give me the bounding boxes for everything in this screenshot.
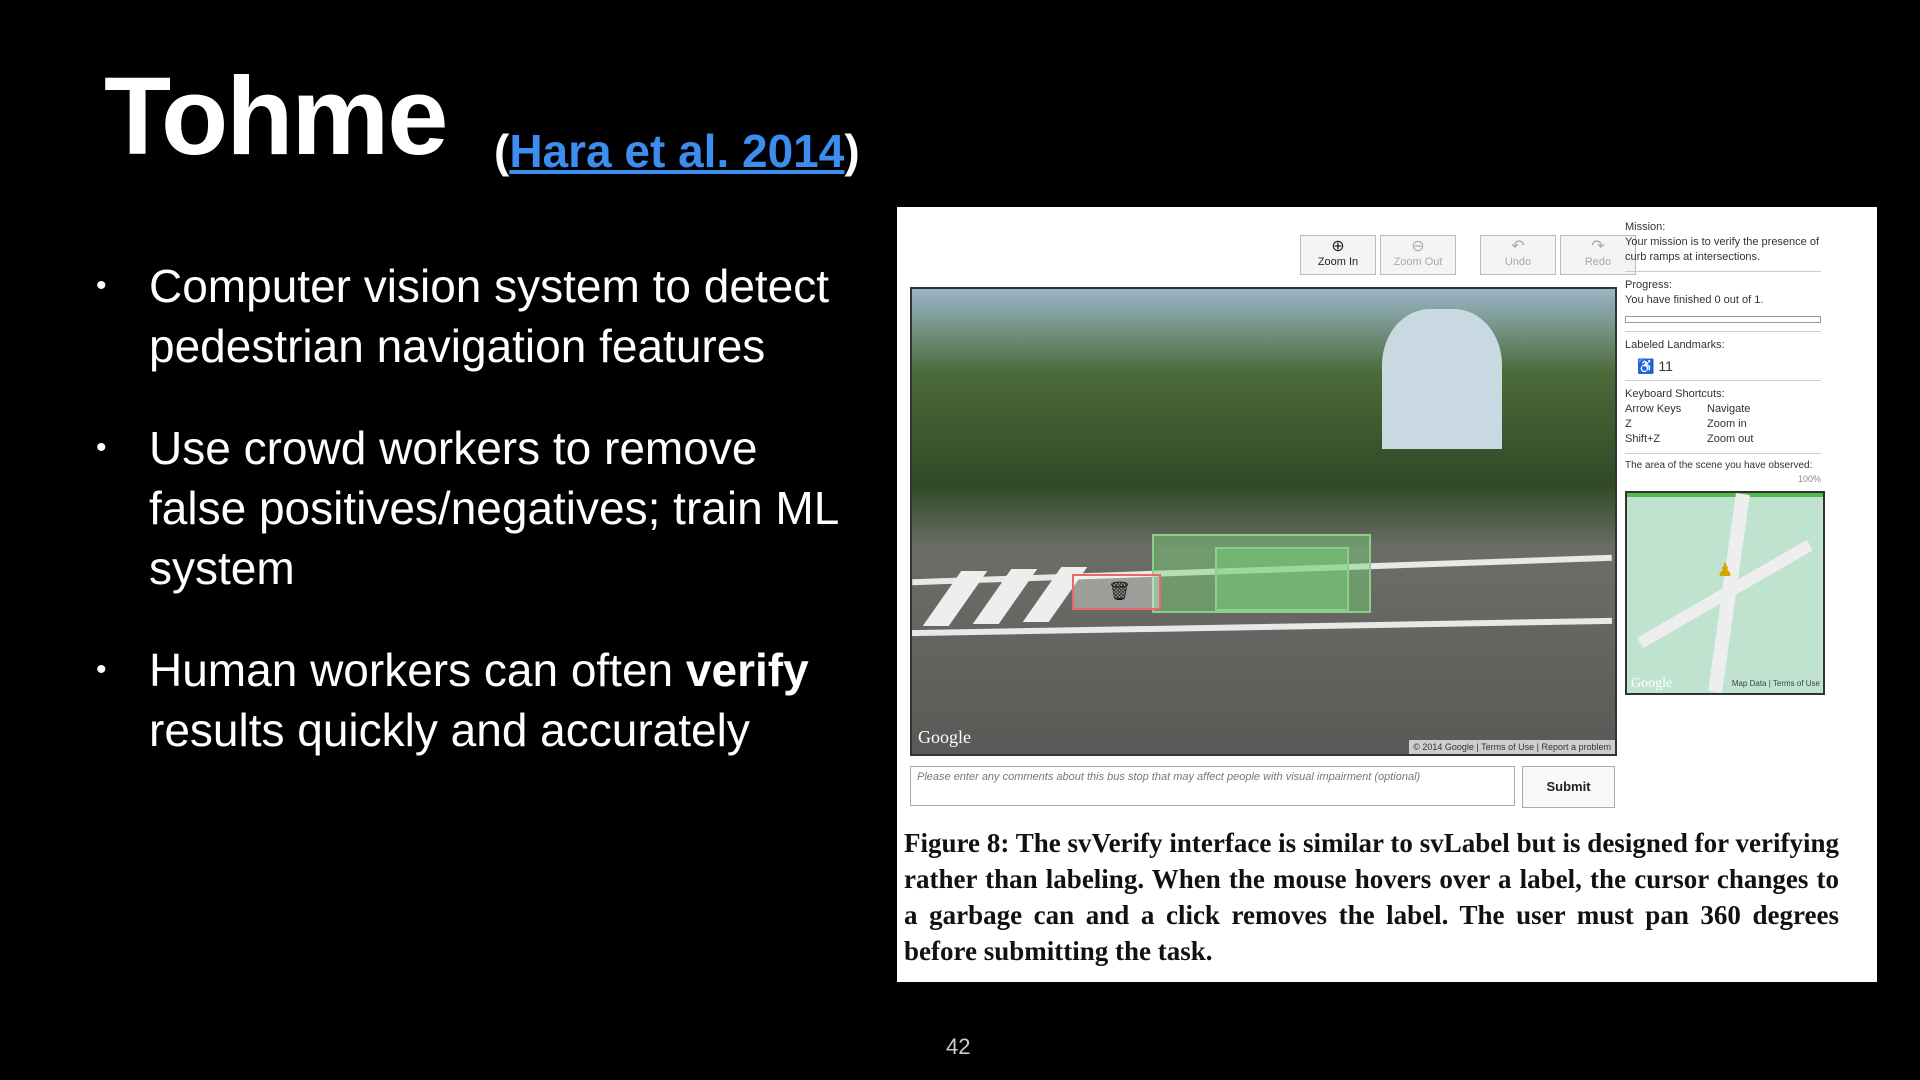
bullet-text: Computer vision system to detect pedestr… [149, 260, 830, 372]
mission-text: Your mission is to verify the presence o… [1625, 236, 1820, 263]
divider [1625, 380, 1821, 381]
curb-ramp-label-box[interactable] [1215, 547, 1349, 611]
zoom-in-icon: ⊕ [1331, 238, 1345, 255]
pegman-icon: ♟ [1717, 560, 1734, 580]
zoom-out-button[interactable]: ⊖ Zoom Out [1380, 235, 1456, 275]
side-panel: Mission: Your mission is to verify the p… [1625, 220, 1825, 695]
page-number: 42 [946, 1034, 971, 1059]
zoom-in-label: Zoom In [1317, 256, 1359, 268]
bullet-item: • Use crowd workers to remove false posit… [96, 418, 856, 598]
divider [1625, 331, 1821, 332]
citation-close-paren: ) [844, 125, 860, 177]
observed-progress-bar [1627, 493, 1823, 497]
shortcut-key: Z [1625, 418, 1632, 430]
figure-image: ⊕ Zoom In ⊖ Zoom Out ↶ Undo ↷ Redo 🗑 Google … [897, 207, 1877, 982]
citation-open-paren: ( [494, 125, 510, 177]
sky-gap [1382, 309, 1502, 449]
landmarks-label: Labeled Landmarks: [1625, 339, 1725, 351]
figure-caption: Figure 8: The svVerify interface is simi… [904, 828, 1839, 966]
zoom-out-label: Zoom Out [1393, 256, 1443, 268]
road-marking [912, 617, 1612, 637]
bullet-text-post: results quickly and accurately [149, 704, 750, 756]
shortcut-action: Navigate [1707, 403, 1751, 415]
progress-bar [1625, 316, 1821, 323]
google-logo: Google [918, 727, 971, 747]
street-view-panorama[interactable]: 🗑 Google © 2014 Google | Terms of Use | … [910, 287, 1617, 756]
observed-label: The area of the scene you have observed: [1625, 460, 1813, 471]
bullet-dot-icon: • [96, 269, 107, 302]
trash-icon[interactable]: 🗑 [1108, 581, 1131, 602]
submit-button[interactable]: Submit [1522, 766, 1615, 808]
zoom-in-button[interactable]: ⊕ Zoom In [1300, 235, 1376, 275]
redo-label: Redo [1584, 256, 1612, 268]
progress-text: You have finished 0 out of 1. [1625, 294, 1764, 306]
divider [1625, 453, 1821, 454]
citation: (Hara et al. 2014) [494, 128, 860, 174]
mission-label: Mission: [1625, 221, 1666, 233]
shortcuts-table: Arrow Keys Navigate Z Zoom in Shift+Z Zoom … [1625, 402, 1821, 447]
undo-label: Undo [1504, 256, 1532, 268]
landmarks-row: ♿ 11 [1637, 359, 1821, 374]
zoom-out-icon: ⊖ [1411, 238, 1425, 255]
progress-label: Progress: [1625, 279, 1673, 291]
bullet-text-pre: Human workers can often [149, 644, 686, 696]
bullet-dot-icon: • [96, 653, 107, 686]
map-footer: Map Data | Terms of Use [1731, 679, 1820, 688]
shortcut-key: Arrow Keys [1625, 403, 1682, 415]
bullet-dot-icon: • [96, 431, 107, 464]
citation-link[interactable]: Hara et al. 2014 [509, 125, 844, 177]
copyright-bar: © 2014 Google | Terms of Use | Report a … [1409, 740, 1615, 754]
bullet-text-bold: verify [685, 644, 809, 696]
comment-input[interactable]: Please enter any comments about this bus… [910, 766, 1515, 806]
bullet-item: • Human workers can often verify results … [96, 640, 856, 760]
bullet-text: Use crowd workers to remove false positi… [149, 422, 838, 594]
bullet-list: • Computer vision system to detect pedest… [96, 256, 856, 802]
google-logo: Google [1631, 676, 1673, 691]
undo-button[interactable]: ↶ Undo [1480, 235, 1556, 275]
curb-ramp-icon: ♿ [1637, 358, 1655, 374]
shortcut-key: Shift+Z [1625, 433, 1661, 445]
landmarks-count: 11 [1658, 358, 1673, 374]
undo-icon: ↶ [1511, 238, 1525, 255]
divider [1625, 271, 1821, 272]
observed-percent: 100% [1797, 474, 1821, 484]
shortcut-action: Zoom out [1707, 433, 1754, 445]
mini-map[interactable]: ♟ Google Map Data | Terms of Use [1625, 491, 1825, 695]
bullet-item: • Computer vision system to detect pedest… [96, 256, 856, 376]
shortcuts-label: Keyboard Shortcuts: [1625, 388, 1725, 400]
shortcut-action: Zoom in [1707, 418, 1747, 430]
slide-title: Tohme [104, 55, 448, 178]
redo-icon: ↷ [1591, 238, 1605, 255]
